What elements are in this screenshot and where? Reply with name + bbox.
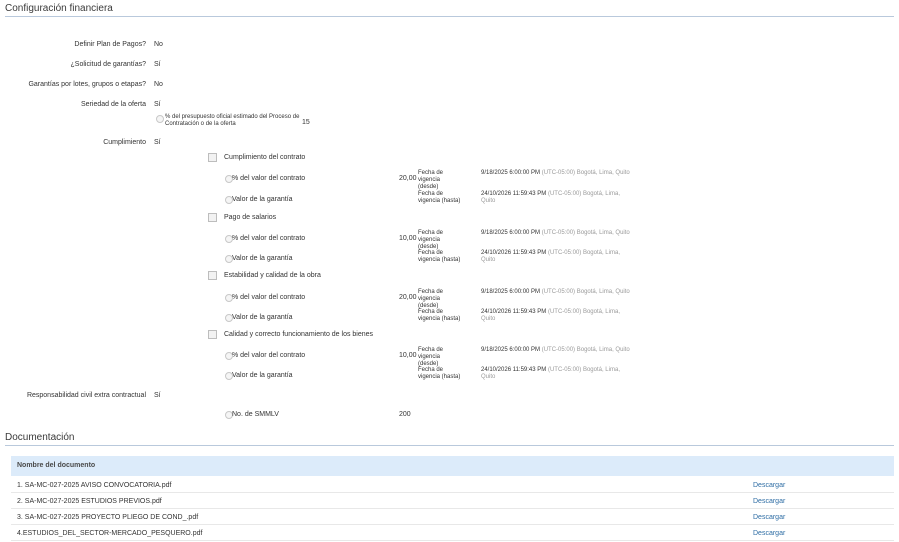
responsabilidad-label: Responsabilidad civil extra contractual — [26, 392, 146, 399]
fecha-desde-label: Fecha de vigencia (desde) — [418, 289, 444, 309]
smmlv-label: No. de SMMLV — [232, 411, 279, 418]
solicitud-garantias-value: Sí — [154, 61, 161, 68]
document-row: 1. SA-MC-027-2025 AVISO CONVOCATORIA.pdf… — [11, 477, 894, 493]
fecha-hasta-label: Fecha de vigencia (hasta) — [418, 309, 461, 322]
valor-option-label: Valor de la garantía — [232, 372, 293, 379]
pct-option-label: % del valor del contrato — [232, 175, 306, 182]
document-row: 3. SA-MC-027-2025 PROYECTO PLIEGO DE CON… — [11, 509, 894, 525]
plan-pagos-label: Definir Plan de Pagos? — [74, 41, 146, 48]
group-checkbox-calidad-bienes[interactable] — [208, 330, 217, 339]
group-pct-value: 10,00 — [399, 235, 417, 242]
fecha-hasta-label: Fecha de vigencia (hasta) — [418, 191, 461, 204]
download-link[interactable]: Descargar — [753, 530, 785, 537]
fecha-hasta-value: 24/10/2026 11:59:43 PM — [481, 309, 547, 315]
valor-option-label: Valor de la garantía — [232, 314, 293, 321]
download-link[interactable]: Descargar — [753, 514, 785, 521]
section-title-documentacion: Documentación — [5, 432, 75, 443]
document-name: 3. SA-MC-027-2025 PROYECTO PLIEGO DE CON… — [17, 514, 199, 521]
fecha-desde-value: 9/18/2025 6:00:00 PM — [481, 170, 541, 176]
responsabilidad-value: Sí — [154, 392, 161, 399]
solicitud-garantias-label: ¿Solicitud de garantías? — [70, 61, 147, 68]
group-pct-value: 20,00 — [399, 294, 417, 301]
fecha-hasta-label: Fecha de vigencia (hasta) — [418, 250, 461, 263]
garantias-lotes-value: No — [154, 81, 163, 88]
timezone-text: (UTC-05:00) Bogotá, Lima, Quito — [541, 230, 630, 236]
pct-option-label: % del valor del contrato — [232, 352, 306, 359]
group-checkbox-estabilidad-obra[interactable] — [208, 271, 217, 280]
document-name: 4.ESTUDIOS_DEL_SECTOR-MERCADO_PESQUERO.p… — [17, 530, 203, 537]
timezone-text: (UTC-05:00) Bogotá, Lima, Quito — [541, 170, 630, 176]
document-name: 2. SA-MC-027-2025 ESTUDIOS PREVIOS.pdf — [17, 498, 162, 505]
section-title-configuracion: Configuración financiera — [5, 3, 113, 14]
garantias-lotes-label: Garantías por lotes, grupos o etapas? — [28, 81, 146, 88]
fecha-hasta-label: Fecha de vigencia (hasta) — [418, 367, 461, 380]
group-checkbox-pago-salarios[interactable] — [208, 213, 217, 222]
cumplimiento-label: Cumplimiento — [103, 139, 146, 146]
fecha-hasta-value: 24/10/2026 11:59:43 PM — [481, 191, 547, 197]
column-header-nombre: Nombre del documento — [17, 462, 96, 469]
timezone-text: (UTC-05:00) Bogotá, Lima, Quito — [541, 289, 630, 295]
fecha-desde-value: 9/18/2025 6:00:00 PM — [481, 347, 541, 353]
pct-option-label: % del valor del contrato — [232, 235, 306, 242]
section-divider — [5, 16, 894, 17]
seriedad-pct-radio[interactable] — [156, 115, 164, 123]
documents-table-header: Nombre del documento — [11, 456, 894, 476]
download-link[interactable]: Descargar — [753, 482, 785, 489]
document-row: 4.ESTUDIOS_DEL_SECTOR-MERCADO_PESQUERO.p… — [11, 525, 894, 541]
cumplimiento-value: Sí — [154, 139, 161, 146]
seriedad-pct-value: 15 — [302, 119, 310, 126]
fecha-desde-label: Fecha de vigencia (desde) — [418, 170, 444, 190]
group-name: Cumplimiento del contrato — [224, 154, 306, 161]
group-name: Estabilidad y calidad de la obra — [224, 272, 321, 279]
valor-option-label: Valor de la garantía — [232, 196, 293, 203]
fecha-hasta-value: 24/10/2026 11:59:43 PM — [481, 367, 547, 373]
seriedad-value: Sí — [154, 101, 161, 108]
seriedad-label: Seriedad de la oferta — [81, 101, 146, 108]
fecha-hasta-value: 24/10/2026 11:59:43 PM — [481, 250, 547, 256]
valor-option-label: Valor de la garantía — [232, 255, 293, 262]
download-link[interactable]: Descargar — [753, 498, 785, 505]
document-row: 2. SA-MC-027-2025 ESTUDIOS PREVIOS.pdf D… — [11, 493, 894, 509]
group-pct-value: 10,00 — [399, 352, 417, 359]
plan-pagos-value: No — [154, 41, 163, 48]
group-name: Pago de salarios — [224, 214, 277, 221]
fecha-desde-value: 9/18/2025 6:00:00 PM — [481, 230, 541, 236]
fecha-desde-value: 9/18/2025 6:00:00 PM — [481, 289, 541, 295]
pct-option-label: % del valor del contrato — [232, 294, 306, 301]
fecha-desde-label: Fecha de vigencia (desde) — [418, 230, 444, 250]
seriedad-pct-label: % del presupuesto oficial estimado del P… — [165, 114, 300, 127]
group-checkbox-cumplimiento-contrato[interactable] — [208, 153, 217, 162]
section-divider — [5, 445, 894, 446]
timezone-text: (UTC-05:00) Bogotá, Lima, Quito — [541, 347, 630, 353]
smmlv-value: 200 — [399, 411, 411, 418]
group-pct-value: 20,00 — [399, 175, 417, 182]
group-name: Calidad y correcto funcionamiento de los… — [224, 331, 374, 338]
fecha-desde-label: Fecha de vigencia (desde) — [418, 347, 444, 367]
document-name: 1. SA-MC-027-2025 AVISO CONVOCATORIA.pdf — [17, 482, 172, 489]
